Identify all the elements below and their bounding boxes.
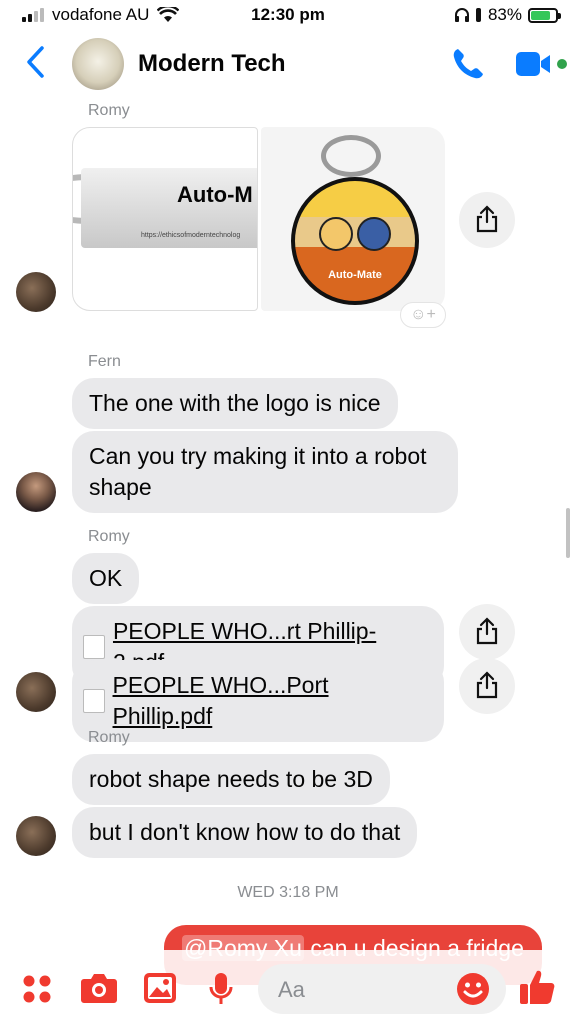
message-bubble[interactable]: OK — [72, 553, 140, 604]
share-icon — [476, 617, 498, 645]
avatar[interactable] — [16, 472, 56, 512]
microphone-icon[interactable] — [208, 972, 234, 1006]
share-icon — [476, 205, 498, 233]
chat-header: Modern Tech — [0, 30, 576, 98]
more-actions-icon[interactable] — [22, 974, 52, 1004]
share-button[interactable] — [459, 604, 515, 660]
share-button[interactable] — [459, 658, 515, 714]
message-bubble[interactable]: robot shape needs to be 3D — [72, 754, 390, 805]
photo-keychain[interactable]: Auto-Mate — [261, 127, 445, 311]
message-bubble[interactable]: The one with the logo is nice — [72, 378, 398, 429]
message-bubble[interactable]: but I don't know how to do that — [72, 807, 418, 858]
sender-name: Romy — [88, 729, 130, 746]
sender-name: Fern — [88, 353, 121, 370]
photo-gallery-icon[interactable] — [143, 972, 177, 1004]
keytag-image: Auto-M https://ethicsofmoderntechnolog — [81, 168, 257, 248]
share-icon — [476, 671, 498, 699]
file-name[interactable]: PEOPLE WHO...Port Phillip.pdf — [113, 670, 427, 732]
keychain-image: Auto-Mate — [291, 177, 419, 305]
message-bubble[interactable]: Can you try making it into a robot shape — [72, 431, 458, 513]
file-icon — [83, 635, 105, 659]
message-input-placeholder: Aa — [278, 977, 305, 1002]
share-button[interactable] — [459, 192, 515, 248]
add-reaction-icon[interactable]: ☺+ — [400, 302, 446, 328]
battery-percent: 83% — [487, 5, 522, 24]
avatar[interactable] — [16, 272, 56, 312]
photo-keytag[interactable]: Auto-M https://ethicsofmoderntechnolog — [72, 127, 258, 311]
avatar[interactable] — [16, 672, 56, 712]
thumbs-up-icon[interactable] — [518, 968, 556, 1006]
timestamp-divider: WED 3:18 PM — [237, 884, 339, 901]
camera-icon[interactable] — [80, 972, 118, 1004]
video-call-icon[interactable] — [514, 50, 570, 78]
emoji-icon[interactable] — [456, 972, 490, 1006]
orientation-lock-icon — [475, 8, 481, 22]
file-icon — [83, 689, 105, 713]
back-chevron-icon[interactable] — [22, 44, 50, 80]
sender-name: Romy — [88, 528, 130, 545]
scrollbar[interactable] — [566, 508, 570, 558]
avatar[interactable] — [16, 816, 56, 856]
group-avatar[interactable] — [72, 38, 124, 90]
battery-icon — [528, 7, 561, 23]
message-composer: Aa — [0, 950, 576, 1024]
status-bar: vodafone AU 12:30 pm 83% — [0, 0, 576, 30]
phone-call-icon[interactable] — [450, 46, 486, 82]
chat-title[interactable]: Modern Tech — [138, 50, 286, 78]
sender-name: Romy — [88, 102, 130, 119]
headphones-icon — [454, 8, 469, 22]
